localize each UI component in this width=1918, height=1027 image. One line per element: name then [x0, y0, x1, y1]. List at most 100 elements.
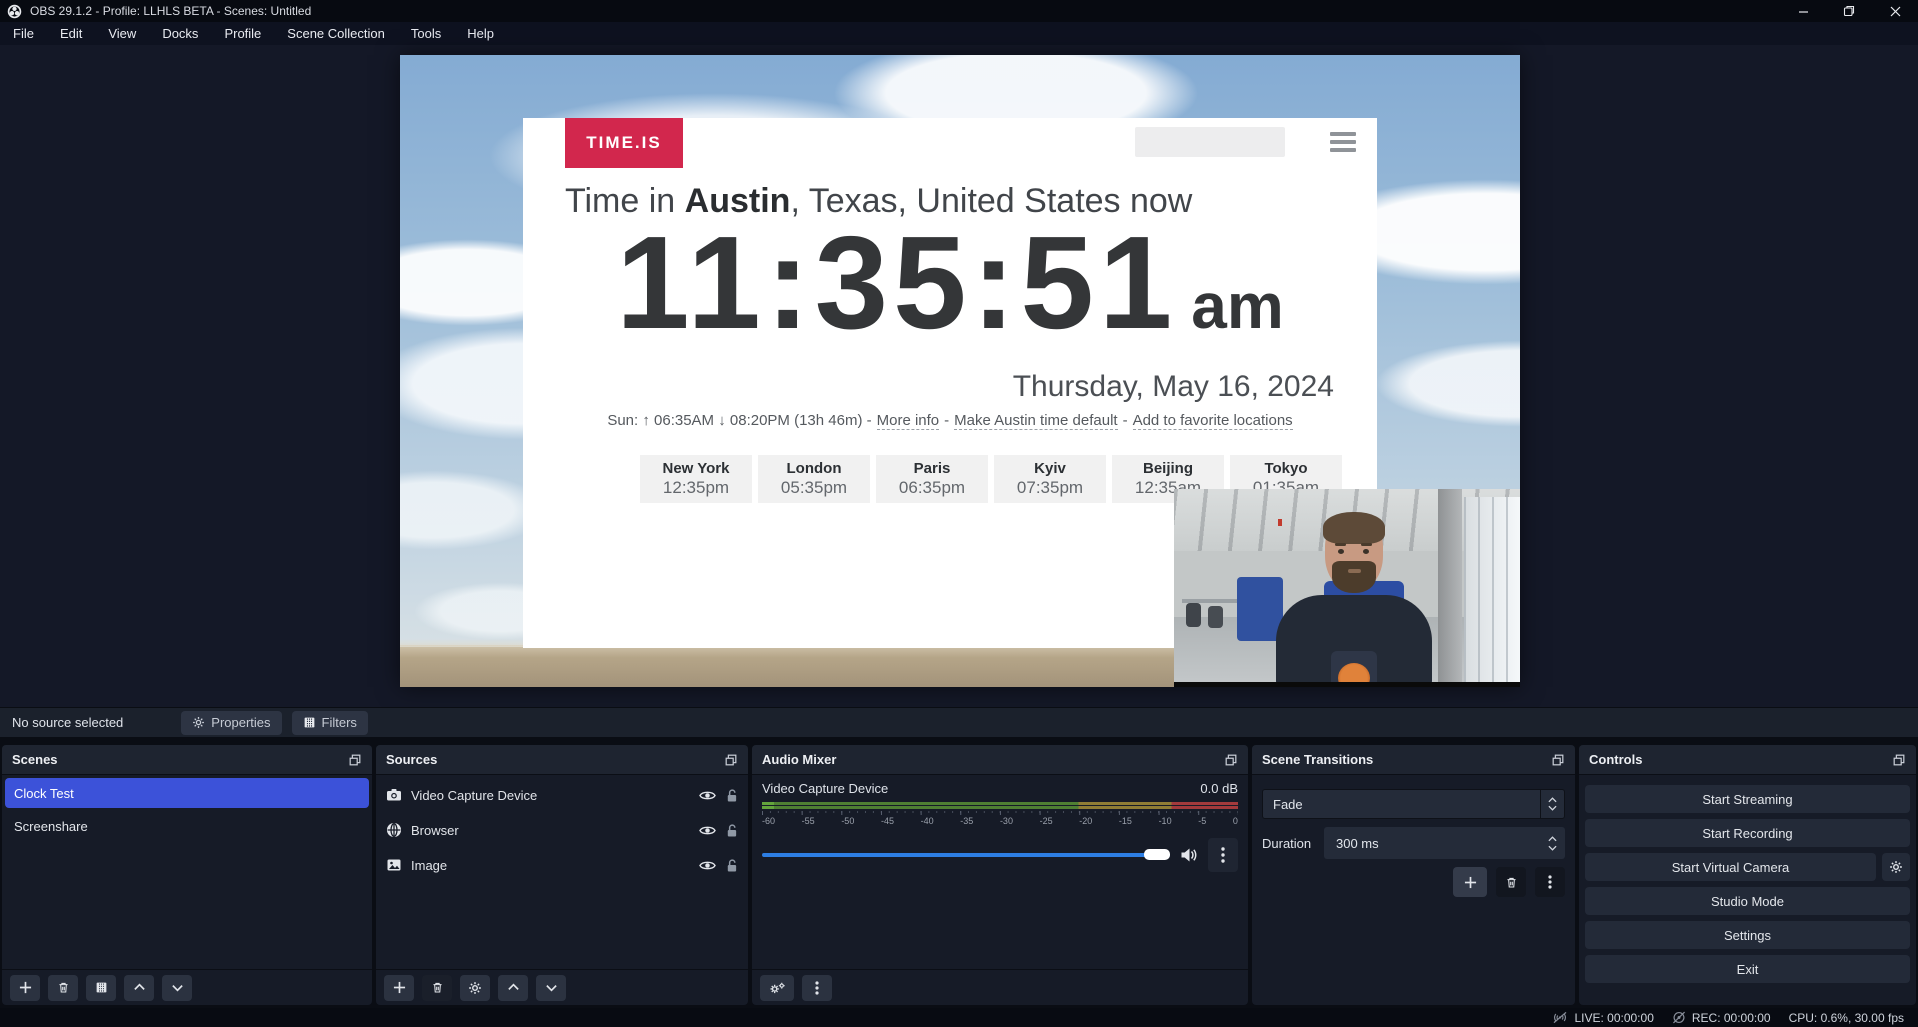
menu-edit[interactable]: Edit: [47, 22, 95, 45]
person-eye: [1363, 549, 1369, 554]
rec-time: REC: 00:00:00: [1692, 1011, 1771, 1025]
source-up-button[interactable]: [498, 975, 528, 1001]
webcam-pillar: [1438, 489, 1462, 687]
scene-transitions-panel: Scene Transitions Fade Duration 300 ms: [1252, 745, 1575, 1005]
eye-icon[interactable]: [699, 789, 716, 802]
advanced-audio-button[interactable]: [760, 975, 794, 1001]
person-head: [1325, 515, 1383, 591]
city-name: Beijing: [1143, 460, 1193, 477]
menu-scene-collection[interactable]: Scene Collection: [274, 22, 398, 45]
start-recording-button[interactable]: Start Recording: [1585, 819, 1910, 847]
unlock-icon[interactable]: [725, 788, 738, 803]
start-streaming-button[interactable]: Start Streaming: [1585, 785, 1910, 813]
tick-label: -55: [802, 816, 815, 826]
popout-icon[interactable]: [1224, 753, 1238, 767]
scene-down-button[interactable]: [162, 975, 192, 1001]
source-row-image[interactable]: Image: [376, 850, 748, 880]
scene-up-button[interactable]: [124, 975, 154, 1001]
unlock-icon[interactable]: [725, 823, 738, 838]
add-scene-button[interactable]: [10, 975, 40, 1001]
filters-button[interactable]: Filters: [292, 711, 368, 735]
studio-mode-button[interactable]: Studio Mode: [1585, 887, 1910, 915]
city-card: New York 12:35pm: [640, 455, 752, 503]
close-button[interactable]: [1872, 0, 1918, 22]
tick-label: -20: [1079, 816, 1092, 826]
scene-item-clock-test[interactable]: Clock Test: [5, 778, 369, 808]
scene-item-screenshare[interactable]: Screenshare: [5, 811, 369, 841]
add-transition-button[interactable]: [1453, 867, 1487, 897]
mixer-menu-button[interactable]: [802, 975, 832, 1001]
tick-label: -5: [1198, 816, 1206, 826]
menu-help[interactable]: Help: [454, 22, 507, 45]
duration-spinbox[interactable]: 300 ms: [1324, 827, 1565, 859]
remove-scene-button[interactable]: [48, 975, 78, 1001]
source-down-button[interactable]: [536, 975, 566, 1001]
exit-button[interactable]: Exit: [1585, 955, 1910, 983]
webcam-overlay[interactable]: [1174, 489, 1520, 687]
remove-source-button[interactable]: [422, 975, 452, 1001]
unlock-icon[interactable]: [725, 858, 738, 873]
settings-button[interactable]: Settings: [1585, 921, 1910, 949]
title-bar: OBS 29.1.2 - Profile: LLHLS BETA - Scene…: [0, 0, 1918, 22]
program-preview[interactable]: TIME.IS Time in Austin, Texas, United St…: [400, 55, 1520, 687]
menu-docks[interactable]: Docks: [149, 22, 211, 45]
mixer-panel-title: Audio Mixer: [762, 752, 836, 767]
mixer-channel-menu-button[interactable]: [1208, 838, 1238, 872]
remove-transition-button[interactable]: [1496, 867, 1526, 897]
search-input[interactable]: [1135, 127, 1285, 157]
transition-menu-button[interactable]: [1535, 867, 1565, 897]
menu-file[interactable]: File: [0, 22, 47, 45]
source-label: Image: [411, 858, 690, 873]
tick-label: -10: [1159, 816, 1172, 826]
globe-icon: [386, 822, 402, 838]
menu-profile[interactable]: Profile: [211, 22, 274, 45]
date-line: Thursday, May 16, 2024: [1013, 370, 1334, 404]
scene-filters-button[interactable]: [86, 975, 116, 1001]
transition-selected-value: Fade: [1263, 797, 1540, 812]
virtual-camera-settings-button[interactable]: [1882, 853, 1910, 881]
scenes-panel: Scenes Clock Test Screenshare: [2, 745, 372, 1005]
docks-area: Scenes Clock Test Screenshare Sources: [0, 737, 1918, 1008]
menu-tools[interactable]: Tools: [398, 22, 454, 45]
tick-label: -50: [841, 816, 854, 826]
add-favorite-link: Add to favorite locations: [1133, 412, 1293, 430]
popout-icon[interactable]: [1551, 753, 1565, 767]
tick-label: -60: [762, 816, 775, 826]
spin-up-icon[interactable]: [1548, 836, 1557, 842]
spin-down-icon[interactable]: [1548, 845, 1557, 851]
city-name: London: [787, 460, 842, 477]
tick-label: -40: [921, 816, 934, 826]
live-time: LIVE: 00:00:00: [1574, 1011, 1653, 1025]
controls-panel: Controls Start Streaming Start Recording…: [1579, 745, 1916, 1005]
popout-icon[interactable]: [348, 753, 362, 767]
menu-bar: File Edit View Docks Profile Scene Colle…: [0, 22, 1918, 45]
popout-icon[interactable]: [724, 753, 738, 767]
transition-select[interactable]: Fade: [1262, 789, 1565, 819]
start-virtual-camera-button[interactable]: Start Virtual Camera: [1585, 853, 1876, 881]
city-card: London 05:35pm: [758, 455, 870, 503]
menu-view[interactable]: View: [95, 22, 149, 45]
volume-slider-handle[interactable]: [1144, 849, 1170, 860]
popout-icon[interactable]: [1892, 753, 1906, 767]
mixer-channel-name: Video Capture Device: [762, 781, 888, 796]
hamburger-icon[interactable]: [1330, 132, 1356, 152]
tick-label: -30: [1000, 816, 1013, 826]
window-title: OBS 29.1.2 - Profile: LLHLS BETA - Scene…: [30, 4, 311, 18]
source-row-browser[interactable]: Browser: [376, 815, 748, 845]
city-time: 05:35pm: [781, 478, 847, 498]
timeis-logo-text: TIME.IS: [586, 133, 661, 153]
meter-scale: -60 -55 -50 -45 -40 -35 -30 -25 -20 -15 …: [762, 811, 1238, 829]
add-source-button[interactable]: [384, 975, 414, 1001]
properties-button[interactable]: Properties: [181, 711, 281, 735]
minimize-button[interactable]: [1780, 0, 1826, 22]
source-row-video-capture[interactable]: Video Capture Device: [376, 780, 748, 810]
city-time: 07:35pm: [1017, 478, 1083, 498]
city-time: 12:35pm: [663, 478, 729, 498]
speaker-icon[interactable]: [1180, 847, 1198, 863]
maximize-button[interactable]: [1826, 0, 1872, 22]
source-properties-button[interactable]: [460, 975, 490, 1001]
eye-icon[interactable]: [699, 859, 716, 872]
volume-slider[interactable]: [762, 853, 1170, 857]
filters-icon: [303, 716, 316, 729]
eye-icon[interactable]: [699, 824, 716, 837]
